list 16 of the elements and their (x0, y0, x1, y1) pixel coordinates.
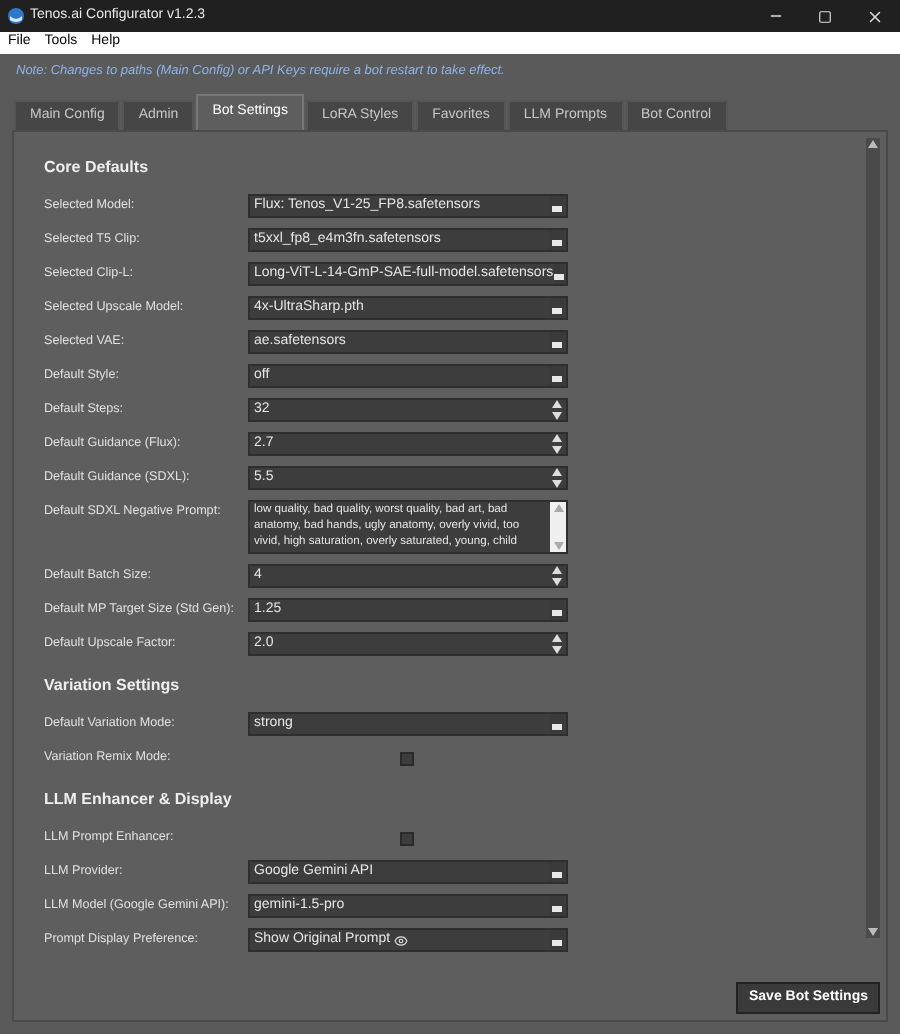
spin-arrows-icon[interactable] (550, 634, 564, 654)
close-icon (866, 7, 884, 25)
scrollbar[interactable] (866, 138, 880, 938)
spin-arrows-icon[interactable] (550, 566, 564, 586)
checkbox[interactable] (400, 831, 414, 845)
checkbox[interactable] (400, 751, 414, 765)
spin-arrows-icon[interactable] (550, 468, 564, 488)
section-heading: Variation Settings (44, 674, 182, 698)
scroll-up-icon[interactable] (868, 140, 878, 148)
spin-arrows-icon[interactable] (550, 400, 564, 420)
app-logo-icon (8, 8, 24, 24)
section-heading: LLM Enhancer & Display (44, 788, 234, 812)
scroll-down-icon[interactable] (868, 928, 878, 936)
spin-arrows-icon[interactable] (550, 434, 564, 454)
section-heading: Core Defaults (44, 156, 151, 180)
maximize-icon (818, 9, 832, 23)
